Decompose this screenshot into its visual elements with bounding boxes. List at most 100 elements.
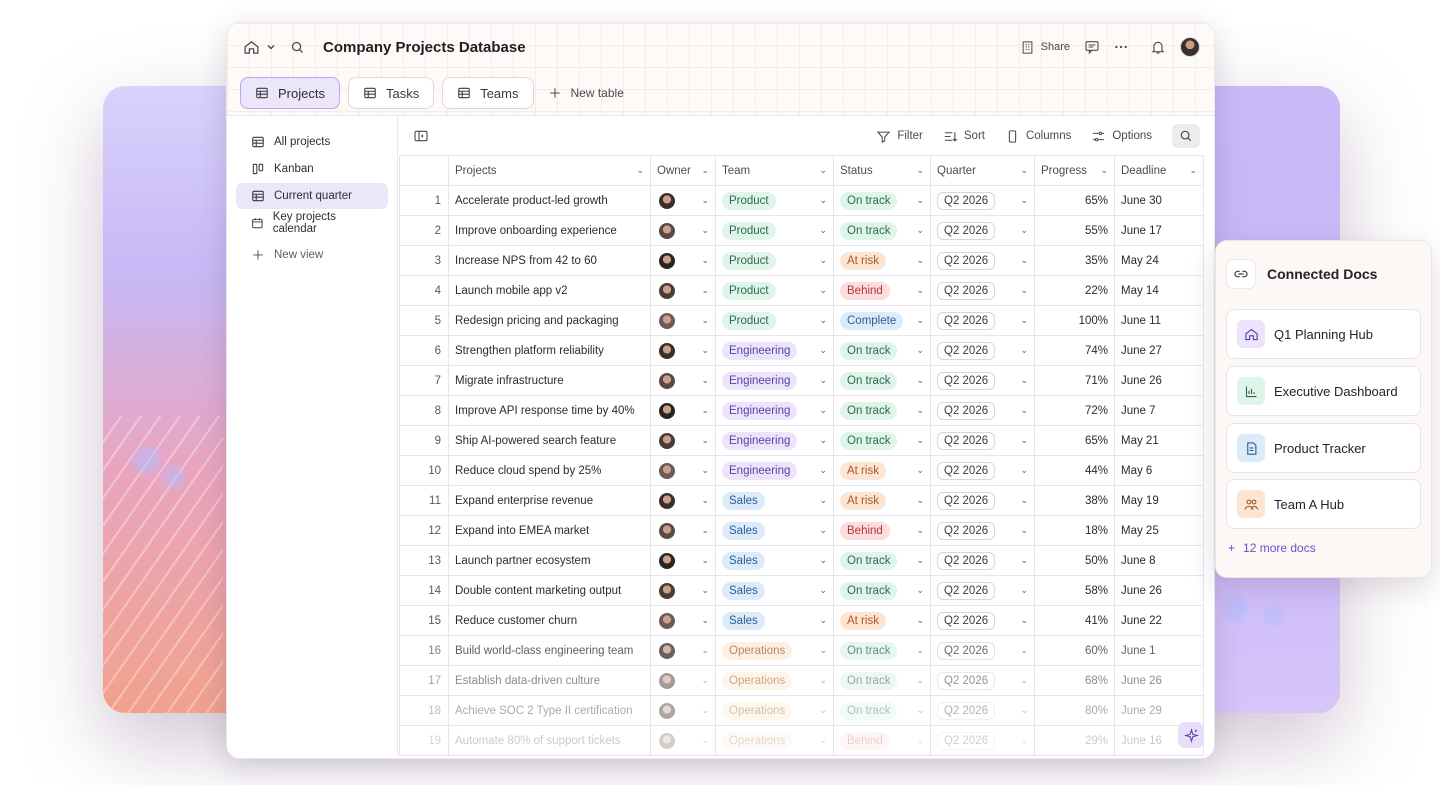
deadline-cell[interactable]: June 26 <box>1114 575 1204 606</box>
progress-cell[interactable]: 80% <box>1034 695 1115 726</box>
chevron-down-icon[interactable]: ⌄ <box>916 615 924 626</box>
chevron-down-icon[interactable]: ⌄ <box>916 495 924 506</box>
chevron-down-icon[interactable]: ⌄ <box>819 495 827 506</box>
tab-tasks[interactable]: Tasks <box>347 77 435 109</box>
chevron-down-icon[interactable]: ⌄ <box>1020 345 1028 356</box>
chevron-down-icon[interactable]: ⌄ <box>916 315 924 326</box>
toggle-sidebar-icon[interactable] <box>413 128 429 144</box>
table-row[interactable]: 8 Improve API response time by 40% ⌄ Engine… <box>399 395 1204 426</box>
sidebar-item-all-projects[interactable]: All projects <box>236 129 388 155</box>
chevron-down-icon[interactable]: ⌄ <box>701 615 709 626</box>
project-name-cell[interactable]: Accelerate product-led growth <box>448 185 651 216</box>
chevron-down-icon[interactable]: ⌄ <box>819 435 827 446</box>
team-cell[interactable]: Sales ⌄ <box>715 515 834 546</box>
status-cell[interactable]: On track ⌄ <box>833 695 931 726</box>
bell-icon[interactable] <box>1150 39 1166 55</box>
more-docs-link[interactable]: + 12 more docs <box>1228 541 1316 555</box>
chevron-down-icon[interactable]: ⌄ <box>1020 585 1028 596</box>
quarter-cell[interactable]: Q2 2026 ⌄ <box>930 215 1035 246</box>
progress-cell[interactable]: 68% <box>1034 665 1115 696</box>
chevron-down-icon[interactable]: ⌄ <box>701 525 709 536</box>
new-view-button[interactable]: New view <box>236 242 388 268</box>
team-cell[interactable]: Sales ⌄ <box>715 575 834 606</box>
chevron-down-icon[interactable]: ⌄ <box>819 525 827 536</box>
team-cell[interactable]: Product ⌄ <box>715 305 834 336</box>
team-cell[interactable]: Product ⌄ <box>715 245 834 276</box>
progress-cell[interactable]: 35% <box>1034 245 1115 276</box>
status-cell[interactable]: On track ⌄ <box>833 335 931 366</box>
team-cell[interactable]: Operations ⌄ <box>715 725 834 756</box>
team-cell[interactable]: Engineering ⌄ <box>715 365 834 396</box>
project-name-cell[interactable]: Strengthen platform reliability <box>448 335 651 366</box>
chevron-down-icon[interactable]: ⌄ <box>636 165 644 176</box>
chevron-down-icon[interactable]: ⌄ <box>701 735 709 746</box>
doc-card-product-tracker[interactable]: Product Tracker <box>1226 423 1421 473</box>
quarter-cell[interactable]: Q2 2026 ⌄ <box>930 635 1035 666</box>
status-cell[interactable]: Behind ⌄ <box>833 515 931 546</box>
status-cell[interactable]: At risk ⌄ <box>833 245 931 276</box>
team-cell[interactable]: Sales ⌄ <box>715 605 834 636</box>
quarter-cell[interactable]: Q2 2026 ⌄ <box>930 545 1035 576</box>
chevron-down-icon[interactable]: ⌄ <box>916 675 924 686</box>
status-cell[interactable]: At risk ⌄ <box>833 455 931 486</box>
owner-cell[interactable]: ⌄ <box>650 305 716 336</box>
chevron-down-icon[interactable]: ⌄ <box>701 705 709 716</box>
chevron-down-icon[interactable]: ⌄ <box>1020 225 1028 236</box>
owner-cell[interactable]: ⌄ <box>650 635 716 666</box>
project-name-cell[interactable]: Establish data-driven culture <box>448 665 651 696</box>
sort-button[interactable]: Sort <box>943 129 985 144</box>
chevron-down-icon[interactable]: ⌄ <box>916 585 924 596</box>
column-header-deadline[interactable]: Deadline ⌄ <box>1114 155 1204 186</box>
chevron-down-icon[interactable]: ⌄ <box>916 225 924 236</box>
quarter-cell[interactable]: Q2 2026 ⌄ <box>930 605 1035 636</box>
project-name-cell[interactable]: Ship AI-powered search feature <box>448 425 651 456</box>
sidebar-item-kanban[interactable]: Kanban <box>236 156 388 182</box>
progress-cell[interactable]: 71% <box>1034 365 1115 396</box>
deadline-cell[interactable]: June 26 <box>1114 365 1204 396</box>
chevron-down-icon[interactable]: ⌄ <box>1100 165 1108 176</box>
column-header-status[interactable]: Status ⌄ <box>833 155 931 186</box>
owner-cell[interactable]: ⌄ <box>650 485 716 516</box>
quarter-cell[interactable]: Q2 2026 ⌄ <box>930 485 1035 516</box>
deadline-cell[interactable]: June 29 <box>1114 695 1204 726</box>
owner-cell[interactable]: ⌄ <box>650 395 716 426</box>
owner-cell[interactable]: ⌄ <box>650 335 716 366</box>
status-cell[interactable]: On track ⌄ <box>833 425 931 456</box>
progress-cell[interactable]: 22% <box>1034 275 1115 306</box>
chevron-down-icon[interactable]: ⌄ <box>1020 645 1028 656</box>
progress-cell[interactable]: 29% <box>1034 725 1115 756</box>
deadline-cell[interactable]: June 26 <box>1114 665 1204 696</box>
quarter-cell[interactable]: Q2 2026 ⌄ <box>930 365 1035 396</box>
more-options-icon[interactable] <box>1114 40 1128 54</box>
team-cell[interactable]: Operations ⌄ <box>715 695 834 726</box>
quarter-cell[interactable]: Q2 2026 ⌄ <box>930 245 1035 276</box>
chevron-down-icon[interactable]: ⌄ <box>819 405 827 416</box>
owner-cell[interactable]: ⌄ <box>650 695 716 726</box>
progress-cell[interactable]: 65% <box>1034 425 1115 456</box>
chevron-down-icon[interactable]: ⌄ <box>701 345 709 356</box>
owner-cell[interactable]: ⌄ <box>650 245 716 276</box>
chevron-down-icon[interactable]: ⌄ <box>819 735 827 746</box>
table-row[interactable]: 3 Increase NPS from 42 to 60 ⌄ Product ⌄ At r… <box>399 245 1204 276</box>
chevron-down-icon[interactable]: ⌄ <box>701 405 709 416</box>
chevron-down-icon[interactable]: ⌄ <box>1189 165 1197 176</box>
chevron-down-icon[interactable]: ⌄ <box>1020 165 1028 176</box>
chevron-down-icon[interactable]: ⌄ <box>916 645 924 656</box>
owner-cell[interactable]: ⌄ <box>650 275 716 306</box>
table-row[interactable]: 2 Improve onboarding experience ⌄ Product ⌄ O… <box>399 215 1204 246</box>
progress-cell[interactable]: 60% <box>1034 635 1115 666</box>
column-header-team[interactable]: Team ⌄ <box>715 155 834 186</box>
status-cell[interactable]: On track ⌄ <box>833 215 931 246</box>
table-row[interactable]: 16 Build world-class engineering team ⌄ Ope… <box>399 635 1204 666</box>
chevron-down-icon[interactable]: ⌄ <box>1020 315 1028 326</box>
deadline-cell[interactable]: May 14 <box>1114 275 1204 306</box>
project-name-cell[interactable]: Launch partner ecosystem <box>448 545 651 576</box>
chevron-down-icon[interactable]: ⌄ <box>1020 495 1028 506</box>
chevron-down-icon[interactable]: ⌄ <box>701 645 709 656</box>
deadline-cell[interactable]: May 19 <box>1114 485 1204 516</box>
chevron-down-icon[interactable]: ⌄ <box>819 165 827 176</box>
chevron-down-icon[interactable]: ⌄ <box>701 675 709 686</box>
chevron-down-icon[interactable]: ⌄ <box>819 705 827 716</box>
chevron-down-icon[interactable]: ⌄ <box>916 735 924 746</box>
status-cell[interactable]: On track ⌄ <box>833 665 931 696</box>
